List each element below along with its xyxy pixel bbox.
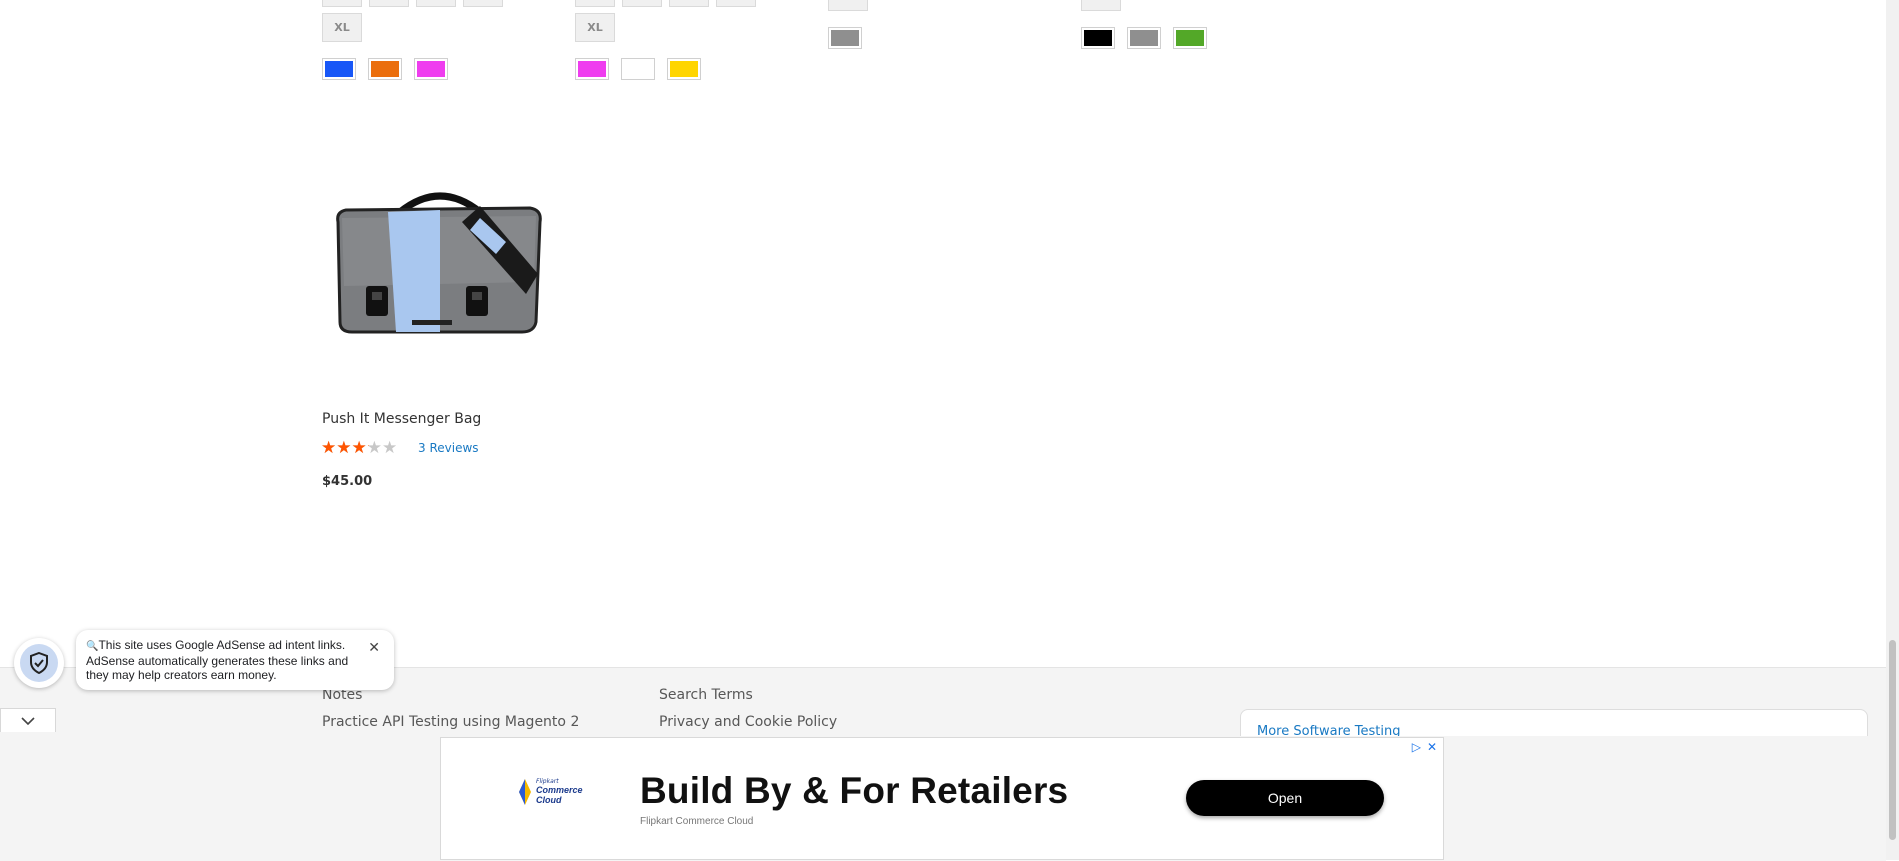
shield-icon (30, 652, 48, 674)
ad-card[interactable]: Flipkart Commerce Cloud Build By & For R… (440, 737, 1444, 860)
size-swatch[interactable] (716, 0, 756, 7)
footer-link-search-terms[interactable]: Search Terms (659, 687, 753, 703)
ad-logo-line1: Commerce (536, 785, 583, 795)
swatch-fill (1084, 30, 1112, 46)
rating-stars: ★★★★★ ★★★★★ (321, 438, 413, 460)
ad-open-button[interactable]: Open (1186, 780, 1384, 816)
flipkart-logo-icon (519, 778, 531, 805)
shield-icon-bg (20, 644, 58, 682)
swatch-fill (578, 61, 606, 77)
size-swatch[interactable] (828, 0, 868, 11)
ad-logo: Flipkart Commerce Cloud (519, 778, 583, 805)
swatch-fill (371, 61, 399, 77)
ad-choices[interactable]: ▷ ✕ (1412, 740, 1437, 754)
collapse-ad-button[interactable] (0, 708, 56, 732)
ad-logo-text: Flipkart Commerce Cloud (536, 778, 583, 805)
size-swatch[interactable] (322, 0, 362, 7)
size-swatch[interactable] (416, 0, 456, 7)
product-price: $45.00 (322, 474, 373, 489)
color-swatch-green[interactable] (1173, 27, 1207, 49)
color-swatch-black[interactable] (1081, 27, 1115, 49)
adsense-notice-text: This site uses Google AdSense ad intent … (86, 638, 349, 682)
size-swatch-xl[interactable]: XL (322, 13, 362, 42)
color-swatch-purple[interactable] (414, 58, 448, 80)
product-name-link[interactable]: Push It Messenger Bag (322, 411, 481, 427)
ad-logo-line2: Cloud (536, 795, 562, 805)
adsense-notice: 🔍This site uses Google AdSense ad intent… (76, 630, 394, 690)
scrollbar[interactable] (1886, 0, 1899, 860)
size-swatch[interactable] (369, 0, 409, 7)
size-swatch[interactable] (622, 0, 662, 7)
size-swatch[interactable] (1081, 0, 1121, 11)
size-swatch-xl[interactable]: XL (575, 13, 615, 42)
swatch-fill (831, 30, 859, 46)
adsense-shield-button[interactable] (14, 638, 64, 688)
close-icon[interactable]: ✕ (1427, 740, 1437, 754)
footer-link-api-testing[interactable]: Practice API Testing using Magento 2 (322, 714, 579, 730)
scrollbar-thumb[interactable] (1889, 640, 1896, 840)
size-swatch[interactable] (669, 0, 709, 7)
color-swatch-yellow[interactable] (667, 58, 701, 80)
close-icon[interactable]: ✕ (368, 640, 380, 654)
swatch-fill (1176, 30, 1204, 46)
ad-choices-icon[interactable]: ▷ (1412, 740, 1421, 754)
color-swatch-gray[interactable] (828, 27, 862, 49)
size-swatch[interactable] (463, 0, 503, 7)
size-swatch[interactable] (575, 0, 615, 7)
color-swatch-orange[interactable] (368, 58, 402, 80)
rating-stars-filled: ★★★★★ (321, 438, 369, 458)
color-swatch-white[interactable] (621, 58, 655, 80)
swatch-fill (1130, 30, 1158, 46)
swatch-fill (417, 61, 445, 77)
ad-logo-brand: Flipkart (536, 778, 559, 785)
color-swatch-purple[interactable] (575, 58, 609, 80)
swatch-fill (325, 61, 353, 77)
ad-sponsor: Flipkart Commerce Cloud (640, 816, 754, 827)
reviews-link[interactable]: 3 Reviews (418, 441, 479, 455)
color-swatch-blue[interactable] (322, 58, 356, 80)
swatch-fill (670, 61, 698, 77)
swatch-fill (624, 61, 652, 77)
footer-link-privacy[interactable]: Privacy and Cookie Policy (659, 714, 837, 730)
chevron-down-icon (21, 716, 35, 725)
search-icon: 🔍 (86, 641, 99, 652)
product-image[interactable] (330, 182, 544, 338)
ad-headline[interactable]: Build By & For Retailers (640, 770, 1068, 812)
color-swatch-gray[interactable] (1127, 27, 1161, 49)
